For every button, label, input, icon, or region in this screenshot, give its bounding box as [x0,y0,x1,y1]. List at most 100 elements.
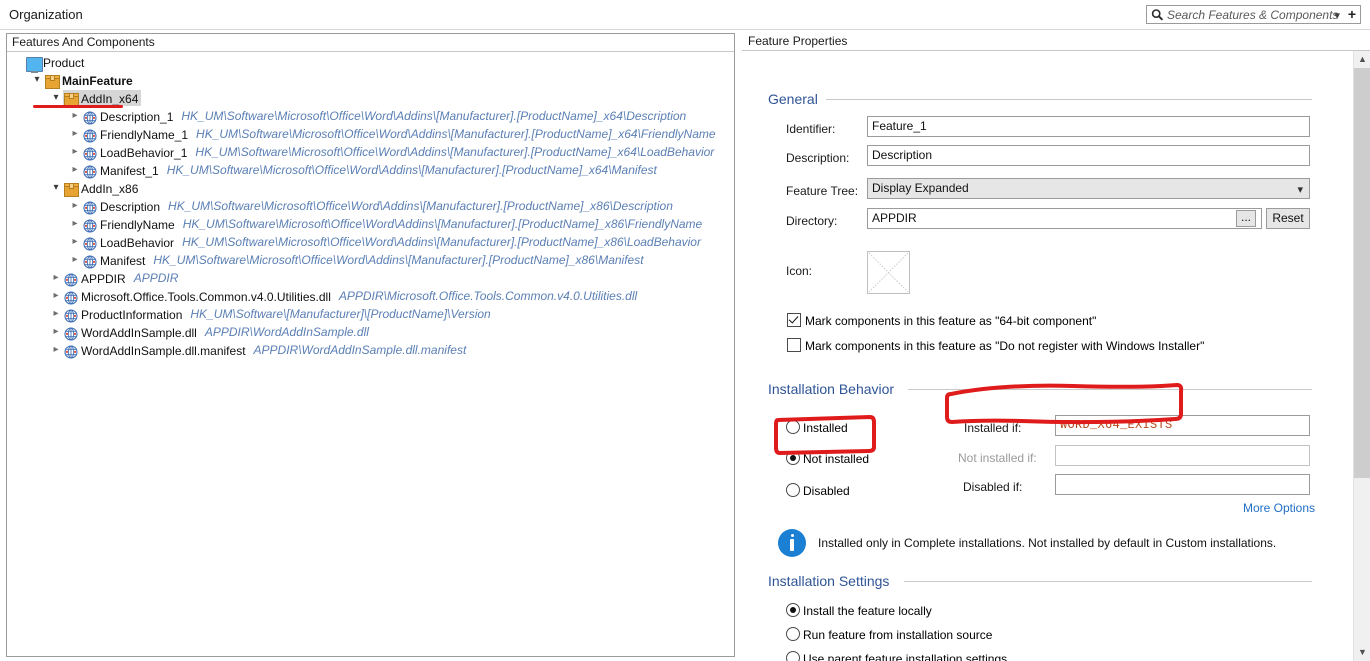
feature-tree-select[interactable]: Display Expanded ▾ [867,178,1310,199]
more-options-link[interactable]: More Options [1243,501,1315,515]
directory-field[interactable]: APPDIR [867,208,1262,229]
package-icon [45,73,62,89]
tree-item-path: HK_UM\Software\Microsoft\Office\Word\Add… [195,144,715,159]
tree-item-path: HK_UM\Software\Microsoft\Office\Word\Add… [182,216,703,231]
scrollbar-thumb[interactable] [1354,68,1370,478]
identifier-field[interactable]: Feature_1 [867,116,1310,137]
installation-behavior-rule [908,389,1312,390]
directory-browse-button[interactable]: ... [1236,210,1256,227]
package-icon [64,181,81,197]
feature-tree-label: Feature Tree: [786,184,859,198]
tree-item-microsoft-office-tools-common-v4-0-utilities-dll[interactable]: ▸ Microsoft.Office.Tools.Common.v4.0.Util… [7,286,734,305]
installed-if-label: Installed if: [964,421,1022,435]
features-tree[interactable]: ▸Product▾MainFeature▾AddIn_x64▸Descripti… [7,52,734,359]
info-message-text: Installed only in Complete installations… [818,536,1277,550]
radio-row-disabled[interactable]: Disabled [786,483,850,498]
chevron-right-icon[interactable]: ▸ [49,305,63,323]
tree-item-manifest-1[interactable]: ▸ Manifest_1 HK_UM\Software\Microsoft\Offi… [7,160,734,179]
tree-item-mainfeature[interactable]: ▾ MainFeature [7,70,734,89]
tree-item-label: LoadBehavior [100,235,175,250]
chevron-right-icon[interactable]: ▸ [49,287,63,305]
tree-item-appdir[interactable]: ▸ APPDIR APPDIR [7,268,734,287]
radio-use-parent-settings[interactable] [786,651,800,661]
chevron-up-icon[interactable]: ▲ [1354,51,1370,68]
tree-item-friendlyname[interactable]: ▸ FriendlyName HK_UM\Software\Microsoft\Of… [7,214,734,233]
chevron-right-icon[interactable]: ▸ [68,143,82,161]
not-installed-if-field[interactable] [1055,445,1310,466]
radio-row-use-parent-settings[interactable]: Use parent feature installation settings [786,651,1007,661]
tree-item-addin-x64[interactable]: ▾ AddIn_x64 [7,88,734,107]
checkbox-noregister[interactable] [787,338,801,352]
radio-row-not-installed[interactable]: Not installed [786,451,869,466]
tree-item-label: WordAddInSample.dll.manifest [81,343,246,358]
monitor-icon [26,55,43,73]
radio-not-installed[interactable] [786,451,800,465]
tree-item-path: HK_UM\Software\Microsoft\Office\Word\Add… [153,252,644,267]
tree-item-path: APPDIR\Microsoft.Office.Tools.Common.v4.… [338,288,638,303]
tree-item-loadbehavior[interactable]: ▸ LoadBehavior HK_UM\Software\Microsoft\Of… [7,232,734,251]
checkbox-row-noregister[interactable]: Mark components in this feature as "Do n… [787,338,1204,353]
chevron-down-icon[interactable]: ▾ [1334,9,1340,22]
chevron-right-icon[interactable]: ▸ [68,197,82,215]
feature-icon-preview[interactable] [867,251,910,294]
chevron-right-icon[interactable]: ▸ [68,215,82,233]
tree-item-label: LoadBehavior_1 [100,145,188,160]
directory-label: Directory: [786,214,838,228]
search-input-placeholder[interactable]: Search Features & Components [1167,8,1338,22]
checkbox-row-64bit[interactable]: Mark components in this feature as "64-b… [787,313,1096,328]
tree-item-path: APPDIR [133,270,179,285]
tree-item-description[interactable]: ▸ Description HK_UM\Software\Microsoft\Off… [7,196,734,215]
radio-disabled[interactable] [786,483,800,497]
registry-icon [83,235,100,251]
tree-item-description-1[interactable]: ▸ Description_1 HK_UM\Software\Microsoft\O… [7,106,734,125]
tree-item-path: HK_UM\Software\Microsoft\Office\Word\Add… [182,234,701,249]
right-panel-scrollbar[interactable]: ▲ ▼ [1353,51,1370,661]
window-title: Organization [9,7,83,22]
radio-install-locally[interactable] [786,603,800,617]
disabled-if-field[interactable] [1055,474,1310,495]
chevron-right-icon[interactable]: ▸ [68,107,82,125]
chevron-right-icon[interactable]: ▸ [49,323,63,341]
chevron-right-icon[interactable]: ▸ [68,251,82,269]
feature-properties-title: Feature Properties [748,34,848,48]
radio-row-install-locally[interactable]: Install the feature locally [786,603,932,618]
tree-item-wordaddinsample-dll[interactable]: ▸ WordAddInSample.dll APPDIR\WordAddInSamp… [7,322,734,341]
chevron-right-icon[interactable]: ▸ [68,161,82,179]
chevron-down-icon[interactable]: ▼ [1354,644,1370,661]
tree-item-wordaddinsample-dll-manifest[interactable]: ▸ WordAddInSample.dll.manifest APPDIR\Word… [7,340,734,359]
description-field[interactable]: Description [867,145,1310,166]
radio-row-run-from-source[interactable]: Run feature from installation source [786,627,992,642]
tree-item-label: Description [100,199,161,214]
tree-item-friendlyname-1[interactable]: ▸ FriendlyName_1 HK_UM\Software\Microsoft\… [7,124,734,143]
checkbox-64bit[interactable] [787,313,801,327]
general-group-title: General [768,91,818,107]
tree-item-path: HK_UM\Software\Microsoft\Office\Word\Add… [181,108,687,123]
tree-item-label: AddIn_x64 [81,91,139,106]
window-titlebar: Organization Search Features & Component… [0,0,1370,30]
installed-if-field[interactable]: WORD_X64_EXISTS [1055,415,1310,436]
chevron-right-icon[interactable]: ▸ [49,341,63,359]
features-panel-header: Features And Components [7,34,734,52]
radio-not-installed-label: Not installed [803,452,870,466]
tree-item-productinformation[interactable]: ▸ ProductInformation HK_UM\Software\[Manuf… [7,304,734,323]
tree-item-product[interactable]: ▸ Product [7,52,734,73]
features-and-components-panel: Features And Components ▸Product▾MainFea… [6,33,735,657]
chevron-down-icon[interactable]: ▾ [30,71,44,89]
chevron-right-icon[interactable]: ▸ [68,233,82,251]
chevron-down-icon[interactable]: ▾ [49,179,63,197]
radio-row-installed[interactable]: Installed [786,420,848,435]
feature-properties-header: Feature Properties [742,33,1370,51]
radio-run-from-source[interactable] [786,627,800,641]
tree-item-label: Manifest_1 [100,163,159,178]
search-features-components[interactable]: Search Features & Components ▾ + [1146,5,1361,24]
tree-item-loadbehavior-1[interactable]: ▸ LoadBehavior_1 HK_UM\Software\Microsoft\… [7,142,734,161]
directory-reset-button[interactable]: Reset [1266,208,1310,229]
tree-item-label: Description_1 [100,109,174,124]
plus-icon[interactable]: + [1348,7,1356,22]
chevron-right-icon[interactable]: ▸ [68,125,82,143]
chevron-right-icon[interactable]: ▸ [49,269,63,287]
tree-item-manifest[interactable]: ▸ Manifest HK_UM\Software\Microsoft\Office… [7,250,734,269]
radio-installed[interactable] [786,420,800,434]
registry-icon [83,253,100,269]
tree-item-addin-x86[interactable]: ▾ AddIn_x86 [7,178,734,197]
